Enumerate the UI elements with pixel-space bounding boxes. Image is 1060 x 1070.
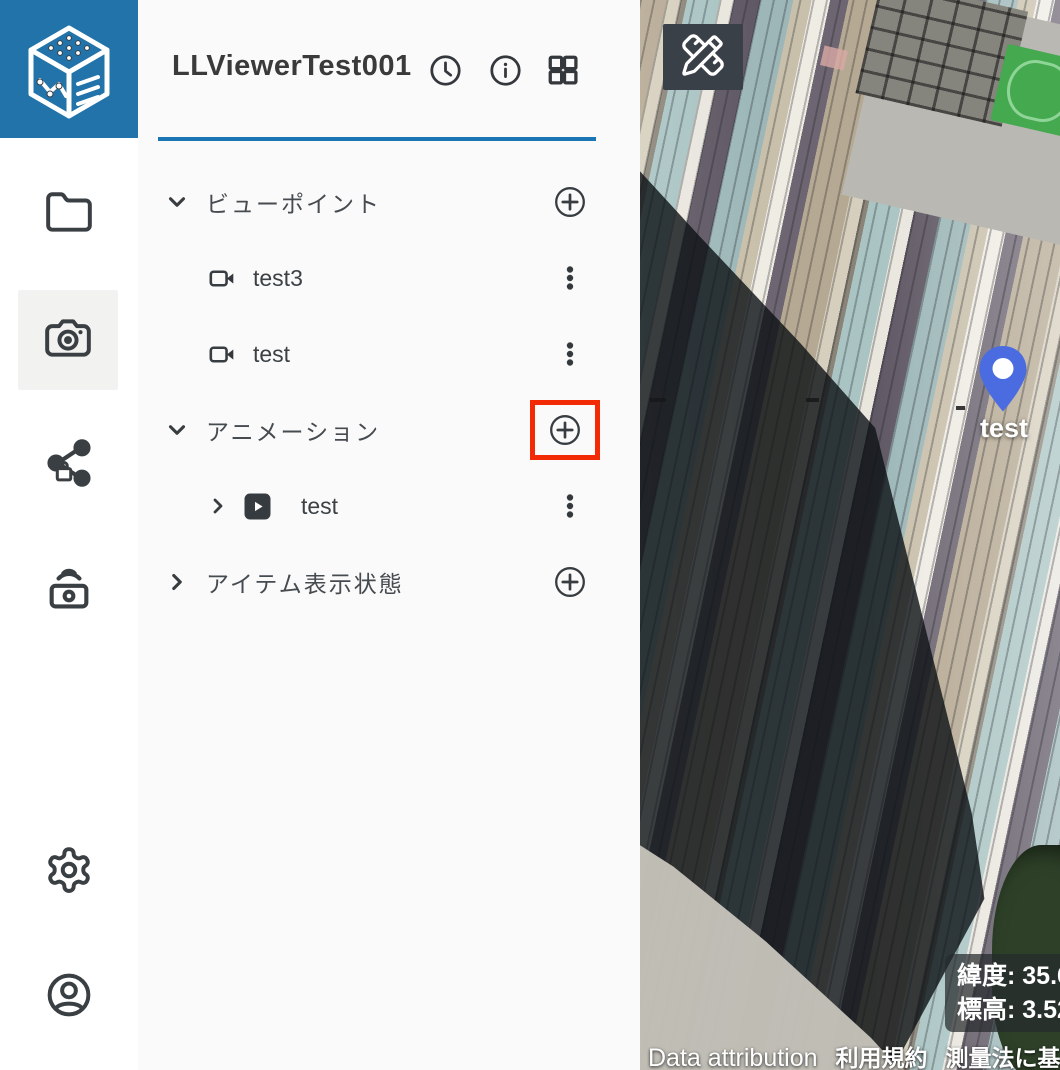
project-panel: LLViewerTest001	[138, 0, 640, 1070]
folder-icon	[44, 188, 94, 243]
apps-grid-icon[interactable]	[545, 52, 581, 88]
user-circle-icon	[44, 970, 94, 1025]
item-menu-button[interactable]	[550, 486, 590, 526]
tree-section-viewpoints[interactable]: ビューポイント	[138, 164, 640, 240]
section-label: アイテム表示状態	[206, 565, 404, 599]
title-underline	[158, 137, 596, 141]
camera-icon	[43, 313, 93, 368]
survey-law-link[interactable]: 測量法に基づく国	[946, 1039, 1060, 1070]
add-viewpoint-button[interactable]	[550, 182, 590, 222]
nav-item-folder[interactable]	[0, 165, 138, 265]
gear-icon	[44, 845, 94, 900]
nav-item-live-camera[interactable]	[0, 540, 138, 640]
item-label: test3	[253, 265, 303, 292]
add-item-display-button[interactable]	[550, 562, 590, 602]
video-camera-icon	[208, 341, 235, 368]
item-menu-button[interactable]	[550, 334, 590, 374]
tree-item-viewpoint-test3[interactable]: test3	[138, 240, 640, 316]
pencil-ruler-icon	[680, 32, 726, 83]
tree-item-animation-test[interactable]: test	[138, 468, 640, 544]
chevron-down-icon[interactable]	[164, 417, 190, 443]
clock-icon[interactable]	[427, 52, 463, 88]
measure-tool-button[interactable]	[663, 24, 743, 90]
add-animation-button[interactable]	[548, 413, 582, 447]
section-label: アニメーション	[206, 413, 380, 447]
latitude-value: 緯度: 35.6	[957, 959, 1060, 993]
nav-item-account[interactable]	[0, 947, 138, 1047]
share-lock-icon	[43, 437, 95, 494]
scene-tree: ビューポイント test3	[138, 164, 640, 620]
terms-link[interactable]: 利用規約	[836, 1039, 928, 1070]
tree-item-viewpoint-test[interactable]: test	[138, 316, 640, 392]
app-logo[interactable]	[0, 0, 138, 138]
info-icon[interactable]	[487, 52, 523, 88]
map-pin-label: test	[962, 413, 1046, 444]
map-line-mark	[650, 398, 666, 402]
item-label: test	[301, 493, 338, 520]
chevron-down-icon[interactable]	[164, 189, 190, 215]
map-viewport[interactable]: test 緯度: 35.6 標高: 3.52 Data attribution …	[640, 0, 1060, 1070]
nav-item-share[interactable]	[0, 415, 138, 515]
section-label: ビューポイント	[206, 185, 381, 219]
chevron-right-icon[interactable]	[206, 494, 230, 518]
item-label: test	[253, 341, 290, 368]
map-attribution: Data attribution 利用規約 測量法に基づく国	[648, 1039, 1060, 1070]
tree-section-item-display-state[interactable]: アイテム表示状態	[138, 544, 640, 620]
elevation-value: 標高: 3.52	[957, 993, 1060, 1027]
nav-rail	[0, 0, 138, 1070]
map-pin[interactable]	[976, 344, 1030, 414]
add-animation-highlight-box	[530, 400, 600, 460]
play-icon	[244, 493, 271, 520]
project-title: LLViewerTest001	[172, 50, 412, 83]
map-line-mark	[806, 398, 819, 402]
app-window: LLViewerTest001	[0, 0, 1060, 1070]
video-camera-icon	[208, 265, 235, 292]
nav-item-settings[interactable]	[0, 822, 138, 922]
live-camera-icon	[43, 562, 95, 619]
item-menu-button[interactable]	[550, 258, 590, 298]
chevron-right-icon[interactable]	[164, 569, 190, 595]
tree-section-animation[interactable]: アニメーション	[138, 392, 640, 468]
coordinates-overlay: 緯度: 35.6 標高: 3.52	[945, 954, 1060, 1032]
map-line-mark	[956, 406, 965, 410]
data-attribution-link[interactable]: Data attribution	[648, 1044, 818, 1070]
nav-item-viewpoints[interactable]	[18, 290, 118, 390]
